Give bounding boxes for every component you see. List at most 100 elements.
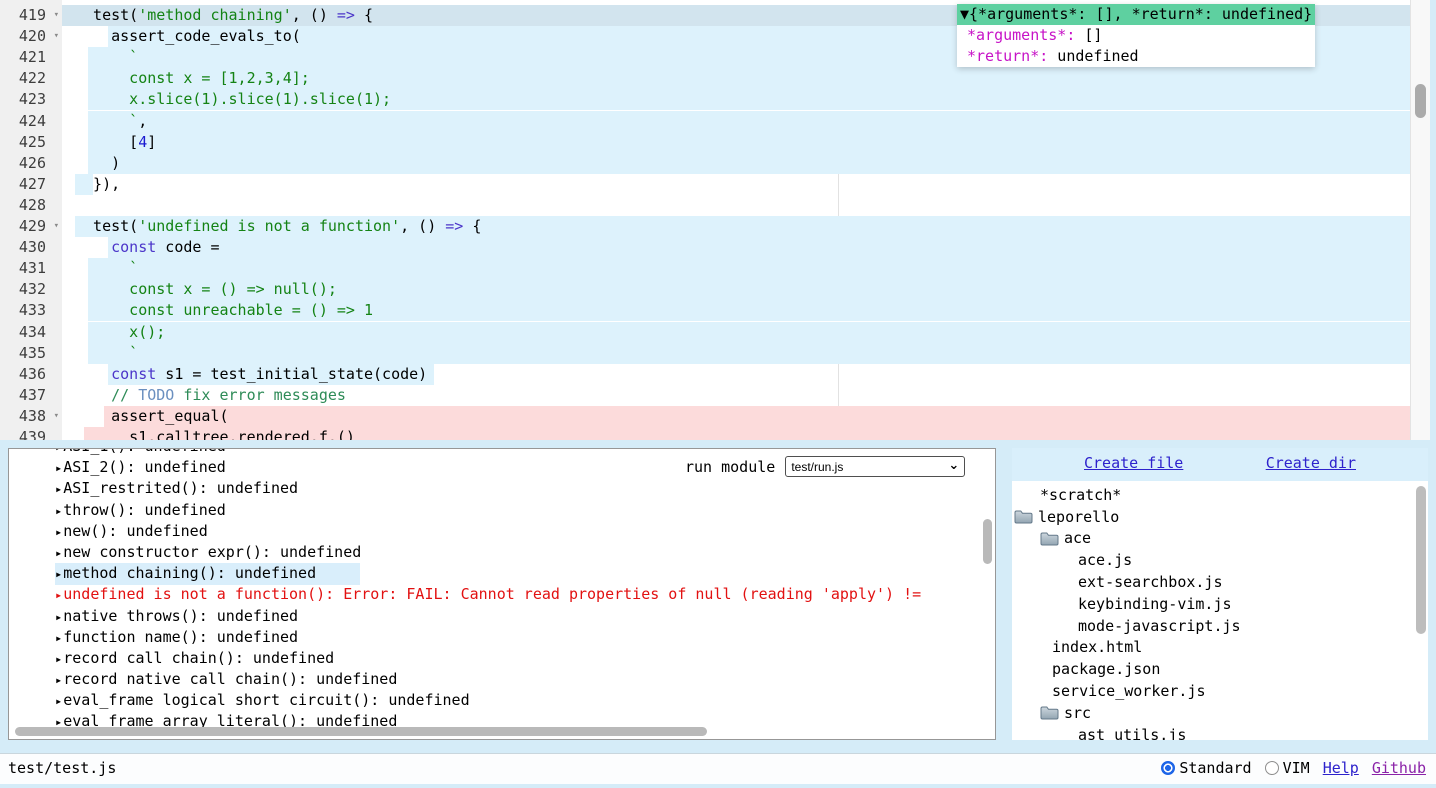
tree-file[interactable]: service_worker.js [1012,680,1414,702]
gutter-line-number: 437 [0,385,62,406]
expand-arrow-icon[interactable]: ▸ [55,525,62,539]
expand-arrow-icon[interactable]: ▸ [55,588,62,602]
folder-icon [1014,509,1033,524]
code-line[interactable]: assert_equal( [62,406,229,427]
code-line[interactable]: const x = () => null(); [62,279,337,300]
scrollbar-thumb[interactable] [1415,84,1426,118]
test-result-row[interactable]: ▸ASI_restrited(): undefined [9,478,995,499]
gutter-line-number: 435 [0,343,62,364]
code-line[interactable]: x(); [62,322,165,343]
code-line[interactable] [62,195,75,216]
tree-file[interactable]: mode-javascript.js [1012,615,1414,637]
test-result-row[interactable]: ▸throw(): undefined [9,500,995,521]
file-tree: *scratch*leporelloaceace.jsext-searchbox… [1012,484,1414,740]
test-result-text: ASI_restrited(): undefined [63,479,298,497]
code-line[interactable]: const x = [1,2,3,4]; [62,68,310,89]
radio-standard-icon[interactable] [1161,761,1175,775]
test-result-row[interactable]: ▸new(): undefined [9,521,995,542]
gutter-line-number: 433 [0,300,62,321]
tree-file[interactable]: keybinding-vim.js [1012,593,1414,615]
files-scrollbar-thumb[interactable] [1416,486,1426,634]
test-result-row[interactable]: ▸function name(): undefined [9,627,995,648]
expand-arrow-icon[interactable]: ▸ [55,461,62,475]
code-line[interactable]: const unreachable = () => 1 [62,300,373,321]
run-module-select[interactable]: test/run.js [785,456,965,477]
expand-arrow-icon[interactable]: ▸ [55,546,62,560]
tree-file[interactable]: ext-searchbox.js [1012,571,1414,593]
gutter-line-number: 438▾ [0,406,62,427]
code-line[interactable]: assert_code_evals_to( [62,26,301,47]
code-line[interactable]: ) [62,153,120,174]
code-line[interactable]: const code = [62,237,220,258]
tree-scratch-buffer[interactable]: *scratch* [1012,484,1414,506]
fold-toggle-icon[interactable]: ▾ [54,26,59,47]
gutter-line-number: 419▾ [0,5,62,26]
fold-toggle-icon[interactable]: ▾ [54,216,59,237]
fold-toggle-icon[interactable]: ▾ [54,5,59,26]
create-dir-link[interactable]: Create dir [1266,454,1356,481]
test-result-row[interactable]: ▸method chaining(): undefined [9,563,995,584]
expand-arrow-icon[interactable]: ▸ [55,482,62,496]
expand-arrow-icon[interactable]: ▸ [55,504,62,518]
code-line[interactable]: ` [62,258,138,279]
radio-vim-icon[interactable] [1265,761,1279,775]
keybinding-standard-option[interactable]: Standard [1161,759,1251,777]
gutter-line-number: 422 [0,68,62,89]
gutter-line-number: 439 [0,427,62,440]
tree-folder[interactable]: ace [1012,528,1414,550]
code-line[interactable]: x.slice(1).slice(1).slice(1); [62,89,391,110]
code-line[interactable]: `, [62,111,147,132]
test-result-text: function name(): undefined [63,628,298,646]
code-line[interactable]: ` [62,47,138,68]
test-result-row[interactable]: ▸undefined is not a function(): Error: F… [9,584,995,605]
gutter-line-number: 430 [0,237,62,258]
test-result-text: new(): undefined [63,522,208,540]
expand-arrow-icon[interactable]: ▸ [55,694,62,708]
tree-file[interactable]: index.html [1012,637,1414,659]
keybinding-standard-label: Standard [1179,759,1251,777]
console-horizontal-scrollbar[interactable] [15,727,707,736]
code-line[interactable]: ` [62,343,138,364]
expand-arrow-icon[interactable]: ▸ [55,448,62,454]
error-highlight [104,406,1410,427]
test-result-row[interactable]: ▸native throws(): undefined [9,606,995,627]
help-link[interactable]: Help [1323,759,1359,777]
gutter-line-number: 421 [0,47,62,68]
fold-toggle-icon[interactable]: ▾ [54,406,59,427]
tooltip-header[interactable]: ▼{*arguments*: [], *return*: undefined} [957,4,1315,25]
folder-icon [1040,531,1059,546]
test-result-row[interactable]: ▸new constructor expr(): undefined [9,542,995,563]
tree-folder[interactable]: src [1012,702,1414,724]
code-line[interactable]: [4] [62,132,156,153]
create-file-link[interactable]: Create file [1084,454,1183,481]
gutter-line-number: 431 [0,258,62,279]
tree-folder[interactable]: leporello [1012,506,1414,528]
expand-arrow-icon[interactable]: ▸ [55,631,62,645]
expand-arrow-icon[interactable]: ▸ [55,567,62,581]
run-module-control: run module test/run.js ⌄ [685,456,965,477]
expand-arrow-icon[interactable]: ▸ [55,610,62,624]
code-line[interactable]: // TODO fix error messages [62,385,346,406]
editor-scrollbar[interactable] [1410,0,1430,440]
gutter-line-number: 428 [0,195,62,216]
code-line[interactable]: test('undefined is not a function', () =… [62,216,481,237]
expand-arrow-icon[interactable]: ▸ [55,652,62,666]
code-line[interactable]: test('method chaining', () => { [62,5,373,26]
keybinding-vim-option[interactable]: VIM [1265,759,1310,777]
code-editor[interactable]: test('method chaining', () => { assert_c… [0,0,1430,440]
test-result-text: record native call chain(): undefined [63,670,397,688]
tree-file[interactable]: package.json [1012,658,1414,680]
expand-arrow-icon[interactable]: ▸ [55,673,62,687]
test-result-row[interactable]: ▸eval_frame logical short circuit(): und… [9,690,995,711]
tree-item-label: ast_utils.js [1078,726,1186,740]
github-link[interactable]: Github [1372,759,1426,777]
code-line[interactable]: s1.calltree.rendered.f.() [62,427,355,440]
tree-file[interactable]: ast_utils.js [1012,724,1414,740]
tree-file[interactable]: ace.js [1012,549,1414,571]
test-result-text: method chaining(): undefined [63,564,316,582]
code-line[interactable]: }), [62,174,120,195]
test-result-row[interactable]: ▸record call chain(): undefined [9,648,995,669]
console-vertical-scrollbar[interactable] [983,519,992,564]
test-result-row[interactable]: ▸record native call chain(): undefined [9,669,995,690]
code-line[interactable]: const s1 = test_initial_state(code) [62,364,427,385]
